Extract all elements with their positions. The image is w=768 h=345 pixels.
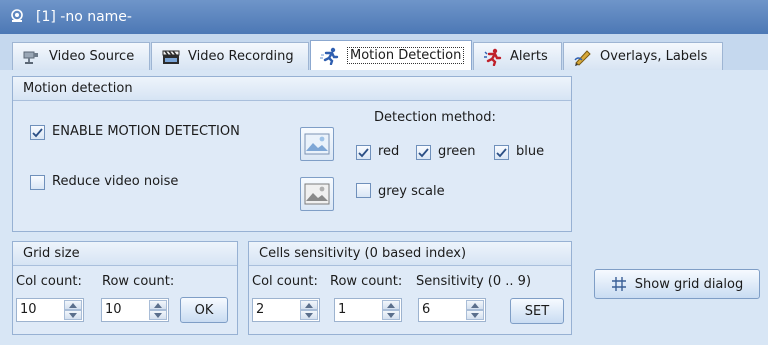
spin-down-arrow-icon[interactable]	[382, 310, 400, 320]
pen-icon	[572, 48, 594, 66]
green-checkbox[interactable]	[416, 145, 431, 160]
grey-scale-label: grey scale	[378, 184, 445, 199]
grid-ok-button[interactable]: OK	[180, 297, 228, 323]
spinner-arrows	[300, 300, 318, 320]
grid-col-count-label: Col count:	[16, 274, 82, 289]
enable-motion-detection-label: ENABLE MOTION DETECTION	[52, 124, 240, 139]
group-title: Motion detection	[13, 77, 571, 101]
sensitivity-spinner[interactable]: 6	[418, 298, 486, 322]
clapperboard-icon	[160, 48, 182, 66]
tab-overlays-labels[interactable]: Overlays, Labels	[563, 42, 723, 70]
spin-down-arrow-icon[interactable]	[466, 310, 484, 320]
tab-label: Video Recording	[188, 49, 294, 64]
greyscale-picture-icon	[304, 183, 330, 205]
grid-col-count-spinner[interactable]: 10	[16, 298, 84, 322]
detection-method-title: Detection method:	[374, 110, 496, 125]
sensitivity-label: Sensitivity (0 .. 9)	[416, 274, 532, 289]
red-checkbox[interactable]	[356, 145, 371, 160]
checkmark-icon	[418, 148, 429, 158]
tab-label: Alerts	[510, 49, 548, 64]
running-person-icon	[319, 47, 341, 65]
tab-video-source[interactable]: Video Source	[12, 42, 150, 70]
spinner-arrows	[382, 300, 400, 320]
grid-icon	[611, 276, 627, 292]
tab-label: Motion Detection	[347, 47, 465, 64]
enable-motion-detection-checkbox[interactable]	[30, 125, 45, 140]
motion-detection-group: Motion detection	[12, 76, 572, 232]
group-title: Cells sensitivity (0 based index)	[249, 242, 571, 266]
spinner-value: 1	[338, 302, 347, 317]
spin-up-arrow-icon[interactable]	[382, 300, 400, 310]
spin-up-arrow-icon[interactable]	[300, 300, 318, 310]
green-label: green	[438, 144, 476, 159]
red-label: red	[378, 144, 400, 159]
cells-row-count-spinner[interactable]: 1	[334, 298, 402, 322]
cells-col-count-spinner[interactable]: 2	[252, 298, 320, 322]
spin-up-arrow-icon[interactable]	[149, 300, 167, 310]
window-title: [1] -no name-	[36, 9, 132, 25]
window-titlebar: [1] -no name-	[0, 0, 768, 34]
spinner-arrows	[64, 300, 82, 320]
color-image-button[interactable]	[300, 127, 334, 161]
spin-up-arrow-icon[interactable]	[64, 300, 82, 310]
alert-person-icon	[482, 48, 504, 66]
color-picture-icon	[304, 133, 330, 155]
spin-up-arrow-icon[interactable]	[466, 300, 484, 310]
checkmark-icon	[496, 148, 507, 158]
greyscale-image-button[interactable]	[300, 177, 334, 211]
reduce-noise-label: Reduce video noise	[52, 174, 179, 189]
tab-motion-detection[interactable]: Motion Detection	[310, 40, 472, 70]
checkmark-icon	[32, 128, 43, 138]
cells-col-count-label: Col count:	[252, 274, 318, 289]
spin-down-arrow-icon[interactable]	[64, 310, 82, 320]
spinner-value: 2	[256, 302, 265, 317]
show-grid-dialog-button[interactable]: Show grid dialog	[594, 269, 760, 299]
camera-icon	[21, 48, 43, 66]
set-sensitivity-button[interactable]: SET	[510, 298, 564, 324]
spinner-value: 6	[422, 302, 431, 317]
blue-checkbox[interactable]	[494, 145, 509, 160]
cells-row-count-label: Row count:	[330, 274, 403, 289]
grid-row-count-label: Row count:	[102, 274, 175, 289]
tab-video-recording[interactable]: Video Recording	[151, 42, 309, 70]
blue-label: blue	[516, 144, 545, 159]
spin-down-arrow-icon[interactable]	[149, 310, 167, 320]
spinner-value: 10	[105, 302, 122, 317]
group-title: Grid size	[13, 242, 237, 266]
spinner-value: 10	[20, 302, 37, 317]
grey-scale-checkbox[interactable]	[356, 183, 371, 198]
grid-row-count-spinner[interactable]: 10	[101, 298, 169, 322]
spinner-arrows	[466, 300, 484, 320]
show-grid-dialog-label: Show grid dialog	[634, 276, 744, 292]
tab-alerts[interactable]: Alerts	[473, 42, 562, 70]
camera-lens-icon	[10, 9, 24, 23]
tab-label: Overlays, Labels	[600, 49, 708, 64]
reduce-noise-checkbox[interactable]	[30, 175, 45, 190]
tab-label: Video Source	[49, 49, 135, 64]
checkmark-icon	[358, 148, 369, 158]
spinner-arrows	[149, 300, 167, 320]
spin-down-arrow-icon[interactable]	[300, 310, 318, 320]
